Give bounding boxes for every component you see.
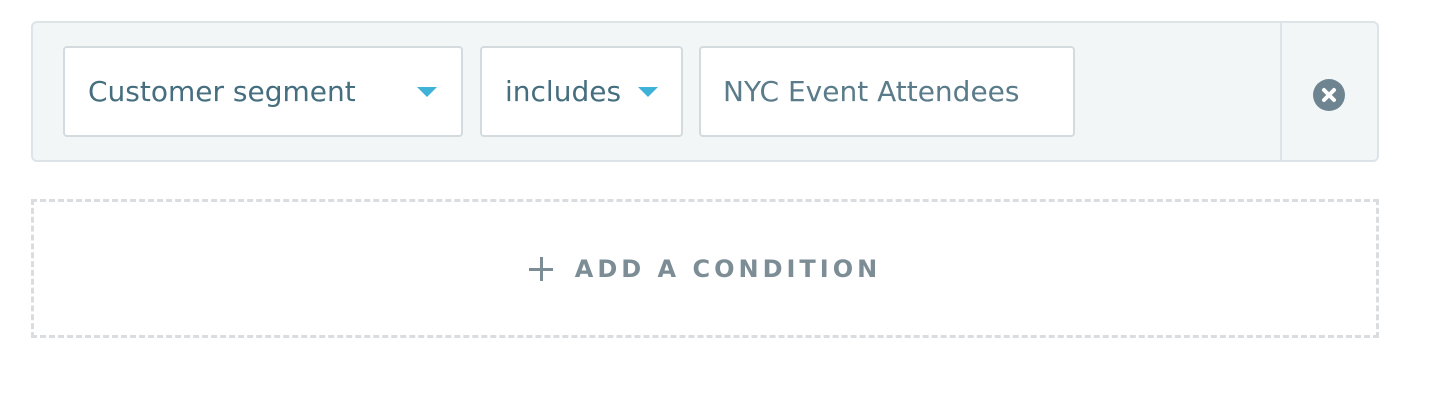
field-select-value: Customer segment	[88, 75, 356, 108]
add-condition-label: ADD A CONDITION	[574, 254, 882, 283]
operator-select-value: includes	[505, 75, 622, 108]
value-input[interactable]: NYC Event Attendees	[699, 46, 1075, 137]
close-circle-icon	[1322, 88, 1336, 102]
condition-row: Customer segment includes NYC Event Atte…	[31, 21, 1379, 162]
plus-icon	[528, 256, 553, 281]
value-input-text: NYC Event Attendees	[723, 75, 1020, 108]
add-condition-button[interactable]: ADD A CONDITION	[31, 199, 1379, 338]
field-select[interactable]: Customer segment	[63, 46, 463, 137]
operator-select[interactable]: includes	[480, 46, 683, 137]
divider	[1280, 23, 1282, 160]
chevron-down-icon	[638, 87, 658, 97]
chevron-down-icon	[417, 87, 437, 97]
remove-condition-button[interactable]	[1313, 79, 1345, 111]
